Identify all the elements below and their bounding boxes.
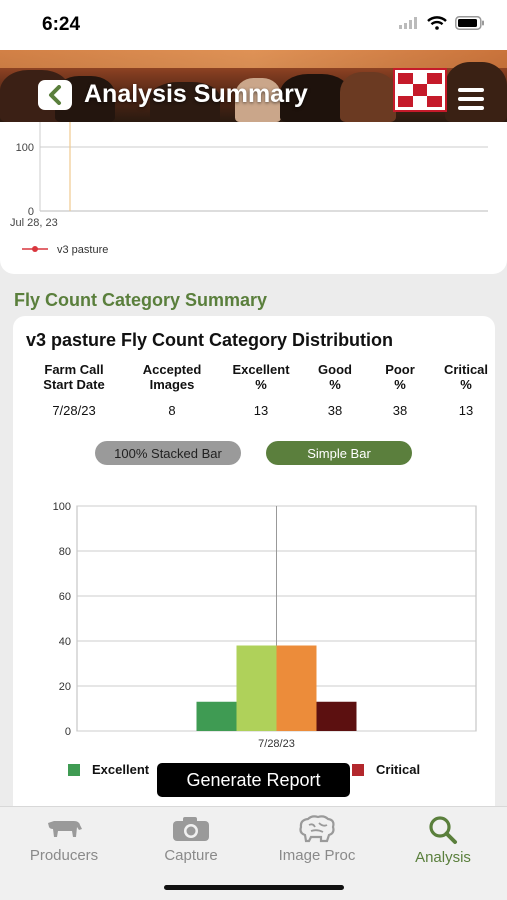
legend-item-excellent: Excellent xyxy=(68,762,149,777)
tab-label: Capture xyxy=(164,847,218,864)
table-header: Accepted Images xyxy=(142,362,202,392)
bar-critical xyxy=(316,701,357,731)
cow-icon xyxy=(48,821,82,837)
section-title: Fly Count Category Summary xyxy=(14,290,268,310)
legend-label: Excellent xyxy=(92,762,150,777)
bar-excellent xyxy=(196,701,237,731)
legend-swatch xyxy=(68,763,80,776)
legend-marker xyxy=(32,246,38,252)
banner-sky xyxy=(0,50,507,68)
y-tick-label: 0 xyxy=(65,726,71,738)
tab-producers[interactable]: Producers xyxy=(9,815,119,864)
generate-report-button[interactable]: Generate Report xyxy=(157,763,350,797)
stacked-bar-toggle[interactable]: 100% Stacked Bar xyxy=(95,441,241,465)
purina-logo-icon xyxy=(393,68,447,112)
chevron-left-icon xyxy=(49,85,61,105)
bar-good xyxy=(236,645,277,731)
fly-count-line-chart: 100 0 Jul 28, 23 v3 pasture xyxy=(10,122,488,256)
table-cell: 13 xyxy=(458,403,474,418)
y-tick-label: 60 xyxy=(59,591,71,603)
table-cell: 8 xyxy=(168,403,176,418)
y-tick-label: 100 xyxy=(53,501,71,513)
tab-label: Analysis xyxy=(415,849,471,866)
y-tick-label: 20 xyxy=(59,681,71,693)
legend-swatch xyxy=(352,763,364,776)
bar-poor xyxy=(276,645,317,731)
wifi-icon xyxy=(427,16,447,30)
page-title: Analysis Summary xyxy=(84,80,308,108)
status-time: 6:24 xyxy=(42,14,81,35)
table-cell: 38 xyxy=(327,403,343,418)
tab-label: Producers xyxy=(29,847,99,864)
table-cell: 13 xyxy=(253,403,269,418)
distribution-card: v3 pasture Fly Count Category Distributi… xyxy=(13,316,495,836)
legend-label: v3 pasture xyxy=(57,244,108,256)
legend-label: Critical xyxy=(376,762,421,777)
table-cell: 7/28/23 xyxy=(52,403,96,418)
hamburger-menu-icon[interactable] xyxy=(458,88,484,110)
table-header: Critical % xyxy=(443,362,489,392)
category-bar-chart: 100 80 60 40 20 0 7/28/23 xyxy=(53,501,477,750)
tab-label: Image Proc xyxy=(278,847,356,864)
tab-analysis[interactable]: Analysis xyxy=(388,815,498,866)
legend-item-critical: Critical xyxy=(352,762,420,777)
distribution-title: v3 pasture Fly Count Category Distributi… xyxy=(26,330,394,350)
table-header: Poor % xyxy=(385,362,415,392)
x-tick-label: 7/28/23 xyxy=(258,738,295,750)
cow-silhouette xyxy=(340,72,396,122)
y-tick-label: 40 xyxy=(59,636,71,648)
back-button[interactable] xyxy=(38,80,72,110)
y-tick-label: 100 xyxy=(16,142,34,154)
brain-icon xyxy=(299,815,335,843)
table-header: Good % xyxy=(318,362,352,392)
signal-icon xyxy=(399,17,417,29)
camera-icon xyxy=(173,817,209,841)
y-tick-label: 80 xyxy=(59,546,71,558)
battery-icon xyxy=(455,16,484,30)
fly-count-trend-card: 100 0 Jul 28, 23 v3 pasture xyxy=(0,122,507,274)
status-icons xyxy=(399,16,485,30)
status-bar: 6:24 xyxy=(0,0,507,50)
home-indicator xyxy=(164,885,344,890)
tab-capture[interactable]: Capture xyxy=(136,815,246,864)
tab-image-proc[interactable]: Image Proc xyxy=(262,815,372,864)
x-tick-label: Jul 28, 23 xyxy=(10,217,58,229)
table-header: Excellent % xyxy=(232,362,290,392)
table-header: Farm Call Start Date xyxy=(43,362,105,392)
search-icon xyxy=(429,816,457,844)
simple-bar-toggle[interactable]: Simple Bar xyxy=(266,441,412,465)
table-cell: 38 xyxy=(392,403,408,418)
